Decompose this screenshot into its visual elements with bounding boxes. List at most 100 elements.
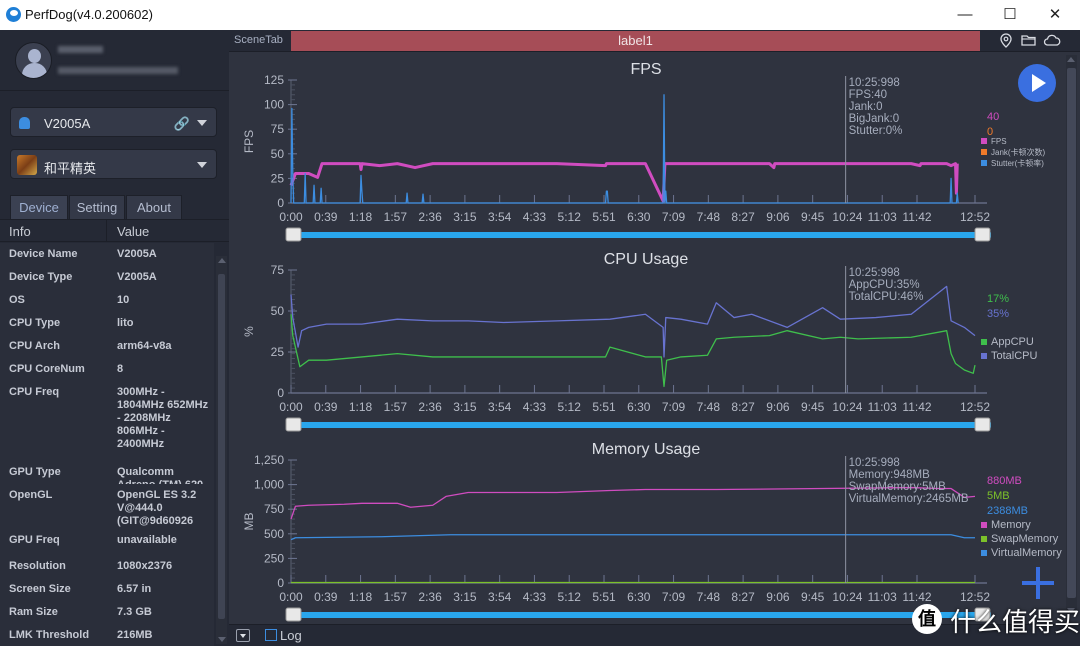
x-tick-label: 3:15 xyxy=(453,590,477,604)
app-select[interactable]: 和平精英 xyxy=(10,149,217,179)
legend-swatch xyxy=(981,550,987,556)
row-value: 6.57 in xyxy=(117,583,152,595)
table-header: Info Value xyxy=(0,220,229,242)
time-range-slider-track[interactable] xyxy=(297,422,991,428)
table-row[interactable]: CPU CoreNum 8 xyxy=(0,358,214,381)
scene-label-tab[interactable]: label1 xyxy=(291,31,980,51)
x-tick-label: 1:57 xyxy=(384,400,408,414)
x-tick-label: 4:33 xyxy=(523,210,547,224)
table-row[interactable]: OS 10 xyxy=(0,289,214,312)
scroll-up-icon[interactable] xyxy=(1067,57,1075,62)
legend-swatch xyxy=(981,138,987,144)
row-key: LMK Threshold xyxy=(9,629,90,641)
time-range-slider-track[interactable] xyxy=(297,232,991,238)
x-tick-label: 3:54 xyxy=(488,210,512,224)
legend-swatch xyxy=(981,353,987,359)
device-select[interactable]: V2005A 🔗 xyxy=(10,107,217,137)
row-key: OS xyxy=(9,294,25,306)
table-row[interactable]: Device Name V2005A xyxy=(0,243,214,266)
chart-title: CPU Usage xyxy=(604,251,689,268)
x-tick-label: 10:24 xyxy=(832,400,862,414)
table-row[interactable]: GPU Freq unavailable xyxy=(0,529,214,555)
y-tick-label: 75 xyxy=(271,122,285,136)
table-row[interactable]: LMK Threshold 216MB xyxy=(0,624,214,646)
range-start-handle[interactable] xyxy=(285,227,302,242)
legend-label: AppCPU xyxy=(991,336,1034,348)
table-row[interactable]: CPU Freq 300MHz - 1804MHz 652MHz - 2208MH… xyxy=(0,381,214,461)
row-value: lito xyxy=(117,317,134,329)
table-row[interactable]: GPU TypeQualcomm Adreno (TM) 620 xyxy=(0,461,214,491)
scrollbar-thumb[interactable] xyxy=(1067,68,1076,598)
scrollbar-thumb[interactable] xyxy=(218,274,225,619)
y-tick-label: 25 xyxy=(271,345,285,359)
x-tick-label: 9:45 xyxy=(801,210,825,224)
x-tick-label: 7:48 xyxy=(697,400,721,414)
main-scrollbar[interactable] xyxy=(1066,55,1077,615)
cursor-readout: FPS:40 xyxy=(849,89,887,101)
app-select-label: 和平精英 xyxy=(44,161,97,176)
time-range-slider-track[interactable] xyxy=(297,612,991,618)
row-value: 216MB xyxy=(117,629,153,641)
row-key: Resolution xyxy=(9,560,66,572)
table-row[interactable]: CPU Type lito xyxy=(0,312,214,335)
scroll-down-icon[interactable] xyxy=(218,637,226,642)
range-start-handle[interactable] xyxy=(285,607,302,622)
folder-icon[interactable] xyxy=(1021,33,1036,50)
collapse-dropdown-button[interactable] xyxy=(236,629,250,642)
legend-swatch xyxy=(981,522,987,528)
row-key: CPU CoreNum xyxy=(9,363,85,375)
x-tick-label: 5:12 xyxy=(558,590,582,604)
avatar[interactable] xyxy=(15,42,52,79)
x-tick-label: 9:45 xyxy=(801,400,825,414)
scroll-up-icon[interactable] xyxy=(218,258,226,263)
x-tick-label: 0:00 xyxy=(279,590,303,604)
row-value: 7.3 GB xyxy=(117,606,152,618)
x-tick-label: 12:52 xyxy=(960,400,990,414)
x-tick-label: 11:42 xyxy=(902,210,931,224)
x-tick-label: 9:06 xyxy=(766,590,790,604)
add-chart-button[interactable] xyxy=(1020,565,1056,601)
sidebar-scrollbar[interactable] xyxy=(216,256,227,644)
column-header-info: Info xyxy=(9,224,31,239)
chevron-down-icon xyxy=(197,120,207,126)
tab-setting[interactable]: Setting xyxy=(69,195,125,219)
cloud-icon[interactable] xyxy=(1043,33,1061,50)
row-key: OpenGL xyxy=(9,489,53,501)
tab-device[interactable]: Device xyxy=(10,195,68,219)
y-axis-label: FPS xyxy=(242,130,256,153)
range-end-handle[interactable] xyxy=(974,227,991,242)
row-value: 8 xyxy=(117,363,124,375)
tab-about[interactable]: About xyxy=(126,195,182,219)
log-checkbox[interactable] xyxy=(265,629,277,641)
minimize-button[interactable]: — xyxy=(948,4,982,26)
table-row[interactable]: OpenGL OpenGL ES 3.2 V@444.0 (GIT@9d60926 xyxy=(0,484,214,529)
row-key: GPU Freq xyxy=(9,534,60,546)
current-value: 35% xyxy=(987,308,1009,320)
row-value: OpenGL ES 3.2 V@444.0 (GIT@9d60926 xyxy=(117,489,197,527)
x-tick-label: 0:39 xyxy=(314,590,338,604)
x-tick-label: 6:30 xyxy=(627,210,651,224)
location-icon[interactable] xyxy=(999,33,1013,51)
x-tick-label: 6:30 xyxy=(627,400,651,414)
y-tick-label: 25 xyxy=(271,171,285,185)
table-row[interactable]: Ram Size 7.3 GB xyxy=(0,601,214,624)
legend-swatch xyxy=(981,149,987,155)
maximize-button[interactable]: ☐ xyxy=(993,4,1027,26)
x-tick-label: 9:06 xyxy=(766,210,790,224)
link-icon[interactable]: 🔗 xyxy=(174,116,190,132)
range-start-handle[interactable] xyxy=(285,417,302,432)
row-key: Ram Size xyxy=(9,606,58,618)
table-row[interactable]: CPU Arch arm64-v8a xyxy=(0,335,214,358)
legend-swatch xyxy=(981,160,987,166)
legend-label: SwapMemory xyxy=(991,533,1059,545)
perfdog-logo-icon xyxy=(6,7,21,22)
close-button[interactable]: ✕ xyxy=(1038,4,1072,26)
table-row[interactable]: Screen Size 6.57 in xyxy=(0,578,214,601)
table-row[interactable]: Resolution 1080x2376 xyxy=(0,555,214,578)
cursor-readout: AppCPU:35% xyxy=(849,279,920,291)
x-tick-label: 10:24 xyxy=(832,590,862,604)
table-row[interactable]: Device Type V2005A xyxy=(0,266,214,289)
range-end-handle[interactable] xyxy=(974,417,991,432)
y-tick-label: 75 xyxy=(271,263,285,277)
legend-label: Jank(卡顿次数) xyxy=(991,147,1046,157)
